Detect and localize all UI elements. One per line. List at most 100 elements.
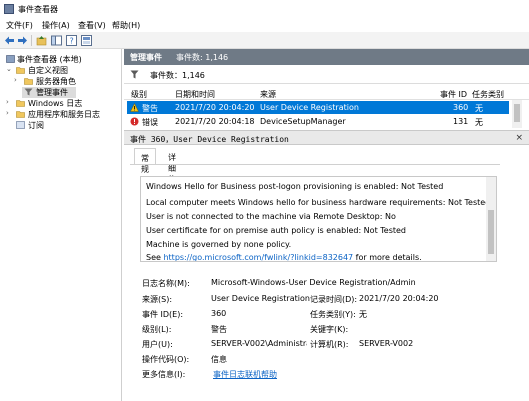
log-folder-icon <box>16 100 25 107</box>
source-value: User Device Registration <box>211 294 310 303</box>
col-event-id[interactable]: 事件 ID <box>440 89 467 100</box>
events-panel-header: 管理事件 事件数: 1,146 <box>124 49 529 65</box>
filter-icon <box>130 70 139 79</box>
task-category-value: 无 <box>359 310 367 319</box>
event-source: DeviceSetupManager <box>260 117 346 126</box>
properties-icon[interactable] <box>81 35 92 46</box>
forward-arrow-icon[interactable] <box>17 35 28 46</box>
log-name-value: Microsoft-Windows-User Device Registrati… <box>211 278 416 287</box>
computer-value: SERVER-V002 <box>359 339 414 348</box>
event-id-label: 事件 ID(E): <box>142 310 184 319</box>
source-label: 来源(S): <box>142 295 173 304</box>
logged-value: 2021/7/20 20:04:20 <box>359 294 439 303</box>
tree-apps-services-label: 应用程序和服务日志 <box>28 110 100 119</box>
expand-chevron-icon[interactable]: › <box>14 76 20 84</box>
description-line: User certificate for on premise auth pol… <box>146 226 406 235</box>
table-row[interactable]: 错误 2021/7/20 20:04:18 DeviceSetupManager… <box>127 115 509 128</box>
col-datetime[interactable]: 日期和时间 <box>175 89 215 100</box>
back-arrow-icon[interactable] <box>4 35 15 46</box>
col-category[interactable]: 任务类别 <box>472 89 504 100</box>
show-hide-tree-icon[interactable] <box>51 35 62 46</box>
tree-custom-views-label: 自定义视图 <box>28 66 68 75</box>
event-viewer-app-icon <box>4 4 14 14</box>
opcode-label: 操作代码(O): <box>142 355 190 364</box>
user-label: 用户(U): <box>142 340 173 349</box>
filter-event-count: 事件数：1,146 <box>150 71 205 80</box>
logged-label: 记录时间(D): <box>310 295 358 304</box>
event-id: 360 <box>453 103 469 112</box>
window-title: 事件查看器 <box>18 5 58 14</box>
description-line: User is not connected to the machine via… <box>146 212 396 221</box>
tab-general[interactable]: 常规 <box>134 148 156 174</box>
event-id: 131 <box>453 117 469 126</box>
expand-chevron-icon[interactable]: › <box>6 98 12 106</box>
tree-root-label: 事件查看器 (本地) <box>17 55 82 64</box>
event-description[interactable]: Windows Hello for Business post-logon pr… <box>140 176 497 262</box>
tree-windows-logs-label: Windows 日志 <box>28 99 83 108</box>
online-help-link[interactable]: 事件日志联机帮助 <box>213 369 277 380</box>
events-scrollbar[interactable] <box>512 100 522 128</box>
menu-file[interactable]: 文件(F) <box>6 20 33 31</box>
event-viewer-icon <box>6 55 15 63</box>
description-line: Machine is governed by none policy. <box>146 240 292 249</box>
table-row[interactable]: 警告 2021/7/20 20:04:20 User Device Regist… <box>127 101 509 114</box>
description-see-line: See https://go.microsoft.com/fwlink/?lin… <box>146 253 422 262</box>
event-datetime: 2021/7/20 20:04:18 <box>175 117 255 126</box>
col-level[interactable]: 级别 <box>131 89 147 100</box>
title-bar: 事件查看器 <box>0 0 529 18</box>
navigation-tree: 事件查看器 (本地) ⌄ 自定义视图 › 服务器角色 管理事件 › Window… <box>0 49 122 401</box>
event-datetime: 2021/7/20 20:04:20 <box>175 103 255 112</box>
description-scrollbar-thumb[interactable] <box>488 210 494 254</box>
event-id-value: 360 <box>211 309 227 318</box>
tree-apps-services[interactable]: › 应用程序和服务日志 <box>6 109 122 120</box>
task-category-label: 任务类别(Y): <box>310 310 356 319</box>
scrollbar-thumb[interactable] <box>514 104 520 122</box>
opcode-value: 信息 <box>211 355 227 364</box>
col-source[interactable]: 来源 <box>260 89 276 100</box>
error-icon <box>130 117 139 126</box>
tree-subscriptions-label: 订阅 <box>28 121 44 130</box>
up-folder-icon[interactable] <box>36 35 47 46</box>
menu-bar: 文件(F) 操作(A) 查看(V) 帮助(H) <box>0 18 529 32</box>
menu-help[interactable]: 帮助(H) <box>112 20 140 31</box>
tree-admin-events-label: 管理事件 <box>36 88 68 97</box>
menu-action[interactable]: 操作(A) <box>42 20 70 31</box>
tree-windows-logs[interactable]: › Windows 日志 <box>6 98 122 109</box>
tree-server-roles-label: 服务器角色 <box>36 77 76 86</box>
folder-icon <box>16 67 25 74</box>
event-source: User Device Registration <box>260 103 359 112</box>
folder-icon <box>24 78 33 85</box>
computer-label: 计算机(R): <box>310 340 349 349</box>
svg-text:?: ? <box>70 37 74 46</box>
event-level: 警告 <box>142 104 158 113</box>
subscription-icon <box>16 121 25 129</box>
level-value: 警告 <box>211 325 227 334</box>
tree-root-node[interactable]: 事件查看器 (本地) <box>4 54 122 65</box>
level-label: 级别(L): <box>142 325 172 334</box>
close-icon[interactable]: × <box>515 133 523 143</box>
events-table-header: 级别 日期和时间 来源 事件 ID 任务类别 <box>124 87 529 100</box>
description-line: Local computer meets Windows hello for b… <box>146 198 491 207</box>
help-icon[interactable]: ? <box>66 35 77 46</box>
event-detail-title: 事件 360，User Device Registration <box>130 135 289 144</box>
tab-details[interactable]: 详细信息 <box>162 148 182 195</box>
fwlink-link[interactable]: https://go.microsoft.com/fwlink/?linkid=… <box>163 253 353 261</box>
expand-chevron-icon[interactable]: › <box>6 109 12 117</box>
tree-custom-views[interactable]: ⌄ 自定义视图 <box>6 65 122 76</box>
event-category: 无 <box>475 118 483 127</box>
collapse-chevron-icon[interactable]: ⌄ <box>6 65 12 73</box>
tree-server-roles[interactable]: › 服务器角色 <box>14 76 122 87</box>
description-line: Windows Hello for Business post-logon pr… <box>146 182 444 191</box>
tree-subscriptions[interactable]: 订阅 <box>14 120 122 131</box>
more-info-label: 更多信息(I): <box>142 370 186 379</box>
panel-event-count: 事件数: 1,146 <box>176 53 229 62</box>
panel-title: 管理事件 <box>130 53 162 62</box>
menu-view[interactable]: 查看(V) <box>78 20 106 31</box>
log-name-label: 日志名称(M): <box>142 279 190 288</box>
toolbar: ? <box>0 32 529 49</box>
event-level: 错误 <box>142 118 158 127</box>
warning-icon <box>130 103 139 112</box>
user-value: SERVER-V002\Administrato <box>211 339 307 348</box>
filter-icon <box>24 88 33 96</box>
tree-admin-events[interactable]: 管理事件 <box>22 87 76 98</box>
